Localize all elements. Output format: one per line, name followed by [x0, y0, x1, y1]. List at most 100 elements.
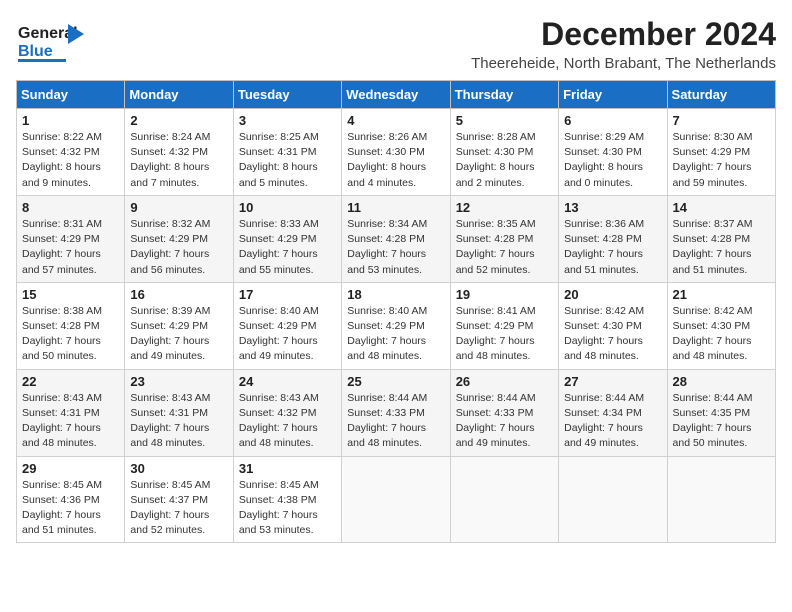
- title-area: December 2024 Theereheide, North Brabant…: [471, 16, 776, 72]
- calendar-cell: 13 Sunrise: 8:36 AMSunset: 4:28 PMDayligh…: [559, 195, 667, 282]
- day-info: Sunrise: 8:44 AMSunset: 4:33 PMDaylight:…: [456, 391, 553, 452]
- calendar-cell: 26 Sunrise: 8:44 AMSunset: 4:33 PMDayligh…: [450, 369, 558, 456]
- calendar-cell: 24 Sunrise: 8:43 AMSunset: 4:32 PMDayligh…: [233, 369, 341, 456]
- day-number: 27: [564, 374, 661, 389]
- day-info: Sunrise: 8:28 AMSunset: 4:30 PMDaylight:…: [456, 130, 553, 191]
- day-number: 13: [564, 200, 661, 215]
- calendar-cell: 31Sunrise: 8:45 AMSunset: 4:38 PMDayligh…: [233, 456, 341, 543]
- day-number: 18: [347, 287, 444, 302]
- col-header-wednesday: Wednesday: [342, 81, 450, 109]
- calendar-cell: [450, 456, 558, 543]
- calendar-cell: [559, 456, 667, 543]
- day-info: Sunrise: 8:26 AMSunset: 4:30 PMDaylight:…: [347, 130, 444, 191]
- day-info: Sunrise: 8:36 AMSunset: 4:28 PMDaylight:…: [564, 217, 661, 278]
- day-info: Sunrise: 8:41 AMSunset: 4:29 PMDaylight:…: [456, 304, 553, 365]
- header: General Blue December 2024 Theereheide, …: [16, 16, 776, 72]
- calendar-cell: 23Sunrise: 8:43 AMSunset: 4:31 PMDayligh…: [125, 369, 233, 456]
- day-info: Sunrise: 8:43 AMSunset: 4:32 PMDaylight:…: [239, 391, 336, 452]
- day-number: 24: [239, 374, 336, 389]
- calendar-cell: 14 Sunrise: 8:37 AMSunset: 4:28 PMDayligh…: [667, 195, 775, 282]
- day-info: Sunrise: 8:42 AMSunset: 4:30 PMDaylight:…: [673, 304, 770, 365]
- day-info: Sunrise: 8:33 AMSunset: 4:29 PMDaylight:…: [239, 217, 336, 278]
- logo: General Blue: [16, 16, 96, 66]
- day-number: 1: [22, 113, 119, 128]
- day-info: Sunrise: 8:25 AMSunset: 4:31 PMDaylight:…: [239, 130, 336, 191]
- day-number: 25: [347, 374, 444, 389]
- day-number: 8: [22, 200, 119, 215]
- calendar-cell: 29 Sunrise: 8:45 AMSunset: 4:36 PMDayligh…: [17, 456, 125, 543]
- day-info: Sunrise: 8:22 AMSunset: 4:32 PMDaylight:…: [22, 130, 119, 191]
- col-header-sunday: Sunday: [17, 81, 125, 109]
- calendar-cell: 9Sunrise: 8:32 AMSunset: 4:29 PMDaylight…: [125, 195, 233, 282]
- logo-icon: General Blue: [16, 16, 96, 66]
- day-number: 6: [564, 113, 661, 128]
- main-title: December 2024: [471, 16, 776, 53]
- day-info: Sunrise: 8:40 AMSunset: 4:29 PMDaylight:…: [347, 304, 444, 365]
- day-number: 15: [22, 287, 119, 302]
- calendar-cell: 1 Sunrise: 8:22 AMSunset: 4:32 PMDaylight…: [17, 109, 125, 196]
- calendar-cell: 10 Sunrise: 8:33 AMSunset: 4:29 PMDayligh…: [233, 195, 341, 282]
- day-number: 29: [22, 461, 119, 476]
- calendar-cell: 28Sunrise: 8:44 AMSunset: 4:35 PMDayligh…: [667, 369, 775, 456]
- day-info: Sunrise: 8:31 AMSunset: 4:29 PMDaylight:…: [22, 217, 119, 278]
- col-header-friday: Friday: [559, 81, 667, 109]
- day-number: 14: [673, 200, 770, 215]
- calendar-cell: 20 Sunrise: 8:42 AMSunset: 4:30 PMDayligh…: [559, 282, 667, 369]
- calendar-cell: 11Sunrise: 8:34 AMSunset: 4:28 PMDayligh…: [342, 195, 450, 282]
- calendar-week-5: 29 Sunrise: 8:45 AMSunset: 4:36 PMDayligh…: [17, 456, 776, 543]
- day-number: 17: [239, 287, 336, 302]
- calendar-cell: 17 Sunrise: 8:40 AMSunset: 4:29 PMDayligh…: [233, 282, 341, 369]
- calendar-table: SundayMondayTuesdayWednesdayThursdayFrid…: [16, 80, 776, 543]
- day-number: 21: [673, 287, 770, 302]
- day-info: Sunrise: 8:45 AMSunset: 4:37 PMDaylight:…: [130, 478, 227, 539]
- calendar-cell: 3 Sunrise: 8:25 AMSunset: 4:31 PMDaylight…: [233, 109, 341, 196]
- day-info: Sunrise: 8:43 AMSunset: 4:31 PMDaylight:…: [130, 391, 227, 452]
- calendar-cell: 30 Sunrise: 8:45 AMSunset: 4:37 PMDayligh…: [125, 456, 233, 543]
- day-info: Sunrise: 8:30 AMSunset: 4:29 PMDaylight:…: [673, 130, 770, 191]
- day-info: Sunrise: 8:42 AMSunset: 4:30 PMDaylight:…: [564, 304, 661, 365]
- calendar-cell: 16 Sunrise: 8:39 AMSunset: 4:29 PMDayligh…: [125, 282, 233, 369]
- day-number: 20: [564, 287, 661, 302]
- calendar-week-1: 1 Sunrise: 8:22 AMSunset: 4:32 PMDaylight…: [17, 109, 776, 196]
- calendar-cell: 25Sunrise: 8:44 AMSunset: 4:33 PMDayligh…: [342, 369, 450, 456]
- day-number: 19: [456, 287, 553, 302]
- day-number: 28: [673, 374, 770, 389]
- day-number: 22: [22, 374, 119, 389]
- calendar-cell: 8 Sunrise: 8:31 AMSunset: 4:29 PMDaylight…: [17, 195, 125, 282]
- day-number: 16: [130, 287, 227, 302]
- day-number: 26: [456, 374, 553, 389]
- day-info: Sunrise: 8:45 AMSunset: 4:38 PMDaylight:…: [239, 478, 336, 539]
- day-info: Sunrise: 8:39 AMSunset: 4:29 PMDaylight:…: [130, 304, 227, 365]
- day-number: 4: [347, 113, 444, 128]
- day-number: 10: [239, 200, 336, 215]
- day-number: 5: [456, 113, 553, 128]
- subtitle: Theereheide, North Brabant, The Netherla…: [471, 55, 776, 72]
- calendar-cell: 22 Sunrise: 8:43 AMSunset: 4:31 PMDayligh…: [17, 369, 125, 456]
- day-number: 30: [130, 461, 227, 476]
- day-info: Sunrise: 8:43 AMSunset: 4:31 PMDaylight:…: [22, 391, 119, 452]
- day-info: Sunrise: 8:44 AMSunset: 4:34 PMDaylight:…: [564, 391, 661, 452]
- day-info: Sunrise: 8:34 AMSunset: 4:28 PMDaylight:…: [347, 217, 444, 278]
- calendar-week-4: 22 Sunrise: 8:43 AMSunset: 4:31 PMDayligh…: [17, 369, 776, 456]
- calendar-cell: 15Sunrise: 8:38 AMSunset: 4:28 PMDayligh…: [17, 282, 125, 369]
- calendar-cell: 2Sunrise: 8:24 AMSunset: 4:32 PMDaylight…: [125, 109, 233, 196]
- day-info: Sunrise: 8:40 AMSunset: 4:29 PMDaylight:…: [239, 304, 336, 365]
- calendar-cell: 12 Sunrise: 8:35 AMSunset: 4:28 PMDayligh…: [450, 195, 558, 282]
- svg-text:Blue: Blue: [18, 43, 53, 60]
- day-info: Sunrise: 8:37 AMSunset: 4:28 PMDaylight:…: [673, 217, 770, 278]
- day-info: Sunrise: 8:45 AMSunset: 4:36 PMDaylight:…: [22, 478, 119, 539]
- day-number: 12: [456, 200, 553, 215]
- day-info: Sunrise: 8:35 AMSunset: 4:28 PMDaylight:…: [456, 217, 553, 278]
- calendar-cell: 18 Sunrise: 8:40 AMSunset: 4:29 PMDayligh…: [342, 282, 450, 369]
- day-info: Sunrise: 8:29 AMSunset: 4:30 PMDaylight:…: [564, 130, 661, 191]
- calendar-cell: 7Sunrise: 8:30 AMSunset: 4:29 PMDaylight…: [667, 109, 775, 196]
- calendar-header-row: SundayMondayTuesdayWednesdayThursdayFrid…: [17, 81, 776, 109]
- calendar-week-3: 15Sunrise: 8:38 AMSunset: 4:28 PMDayligh…: [17, 282, 776, 369]
- calendar-week-2: 8 Sunrise: 8:31 AMSunset: 4:29 PMDaylight…: [17, 195, 776, 282]
- day-info: Sunrise: 8:24 AMSunset: 4:32 PMDaylight:…: [130, 130, 227, 191]
- calendar-cell: 19 Sunrise: 8:41 AMSunset: 4:29 PMDayligh…: [450, 282, 558, 369]
- day-number: 3: [239, 113, 336, 128]
- calendar-cell: [667, 456, 775, 543]
- day-info: Sunrise: 8:32 AMSunset: 4:29 PMDaylight:…: [130, 217, 227, 278]
- col-header-tuesday: Tuesday: [233, 81, 341, 109]
